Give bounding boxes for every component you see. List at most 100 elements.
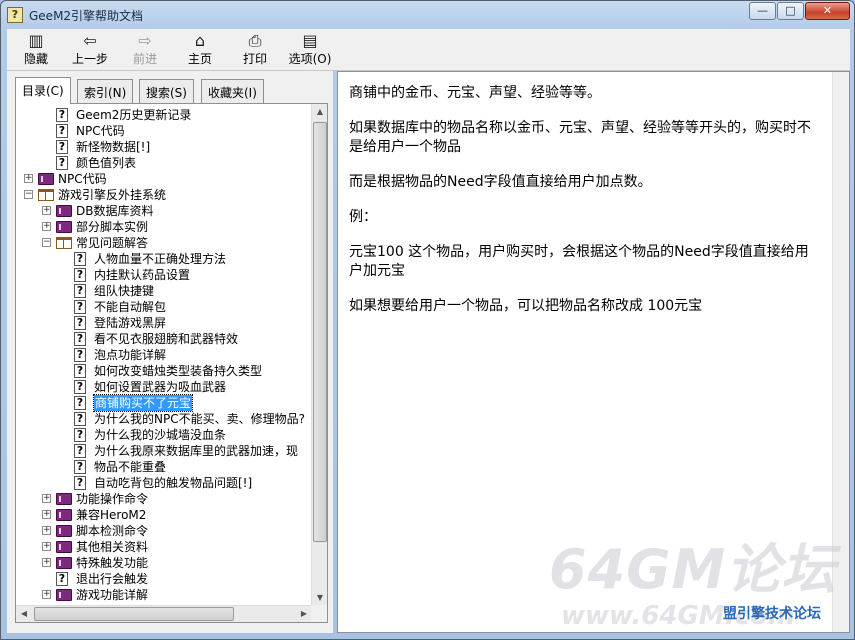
- tree-item-label: 部分脚本实例: [76, 220, 149, 234]
- scroll-up-icon[interactable]: ▲: [312, 104, 327, 120]
- tree-item-label: 为什么我的NPC不能买、卖、修理物品?: [94, 412, 305, 426]
- expand-icon[interactable]: +: [42, 590, 51, 599]
- tree-item-label: 游戏引擎反外挂系统: [58, 188, 167, 202]
- tab-contents[interactable]: 目录(C): [15, 77, 71, 104]
- expand-icon[interactable]: +: [42, 206, 51, 215]
- tree-item-label: 特殊触发功能: [76, 556, 149, 570]
- title-bar[interactable]: ? GeeM2引擎帮助文档 — □ ✕: [1, 1, 854, 29]
- closed-book-icon: [56, 509, 72, 521]
- tab-search[interactable]: 搜索(S): [139, 79, 194, 103]
- expand-icon[interactable]: +: [42, 494, 51, 503]
- forward-arrow-icon: ⇨: [138, 31, 152, 50]
- expand-icon[interactable]: +: [42, 558, 51, 567]
- tree-item-label: 新怪物数据[!]: [76, 140, 151, 154]
- topic-text: 商铺中的金币、元宝、声望、经验等等。 如果数据库中的物品名称以金币、元宝、声望、经…: [349, 84, 819, 332]
- minimize-button[interactable]: —: [749, 2, 776, 20]
- hide-button[interactable]: ▥ 隐藏: [11, 31, 61, 69]
- content-paragraph: 元宝100 这个物品，用户购买时，会根据这个物品的Need字段值直接给用户加元宝: [349, 244, 809, 279]
- tree-item-label: 内挂默认药品设置: [94, 268, 191, 282]
- help-page-icon: ?: [56, 572, 68, 586]
- closed-book-icon: [56, 493, 72, 505]
- help-page-icon: ?: [74, 268, 86, 282]
- tree-item-label: 登陆游戏黑屏: [94, 316, 167, 330]
- tree-item-label: NPC代码: [76, 124, 125, 138]
- back-button[interactable]: ⇦ 上一步: [65, 31, 115, 69]
- help-page-icon: ?: [74, 348, 86, 362]
- closed-book-icon: [38, 173, 54, 185]
- help-page-icon: ?: [74, 380, 86, 394]
- scroll-down-icon[interactable]: ▼: [312, 590, 327, 606]
- forward-button[interactable]: ⇨ 前进: [120, 31, 170, 69]
- help-page-icon: ?: [74, 428, 86, 442]
- closed-book-icon: [56, 205, 72, 217]
- help-page-icon: ?: [56, 124, 68, 138]
- help-page-icon: ?: [74, 332, 86, 346]
- contents-tree-box: ? Geem2历史更新记录? NPC代码? 新怪物数据[!]? 颜色值列表 + NPC代码 −…: [15, 103, 328, 623]
- closed-book-icon: [56, 589, 72, 601]
- tree-item-label: 如何改变蜡烛类型装备持久类型: [94, 364, 263, 378]
- tree-item-label: 泡点功能详解: [94, 348, 167, 362]
- collapse-icon[interactable]: −: [24, 190, 33, 199]
- window-controls: — □ ✕: [748, 2, 850, 20]
- navigation-pane: 目录(C) 索引(N) 搜索(S) 收藏夹(I) ? Geem2历史更新记录? NP…: [7, 71, 333, 633]
- options-button[interactable]: ▤ 选项(O): [285, 31, 335, 69]
- home-label: 主页: [187, 52, 212, 66]
- closed-book-icon: [56, 541, 72, 553]
- help-page-icon: ?: [56, 156, 68, 170]
- tree-item-label: 自动吃背包的触发物品问题[!]: [94, 476, 253, 490]
- open-book-icon: [38, 189, 54, 201]
- tree-horizontal-scrollbar[interactable]: ◀ ▶: [16, 605, 312, 622]
- home-button[interactable]: ⌂ 主页: [175, 31, 225, 69]
- help-page-icon: ?: [74, 460, 86, 474]
- expand-icon[interactable]: +: [42, 526, 51, 535]
- hide-icon: ▥: [28, 31, 44, 50]
- options-label: 选项(O): [288, 52, 332, 66]
- tree-item-label: 人物血量不正确处理方法: [94, 252, 227, 266]
- help-page-icon: ?: [74, 300, 86, 314]
- home-icon: ⌂: [194, 31, 206, 50]
- help-page-icon: ?: [74, 396, 86, 410]
- tree-hscroll-thumb[interactable]: [34, 607, 234, 621]
- help-page-icon: ?: [74, 412, 86, 426]
- help-window: ? GeeM2引擎帮助文档 — □ ✕ ▥ 隐藏 ⇦ 上一步 ⇨ 前进 ⌂ 主页…: [0, 0, 855, 640]
- tab-index[interactable]: 索引(N): [77, 79, 134, 103]
- contents-tree: ? Geem2历史更新记录? NPC代码? 新怪物数据[!]? 颜色值列表 + NPC代码 −…: [16, 104, 312, 606]
- tree-item-label: 为什么我原来数据库里的武器加速，现: [94, 444, 299, 458]
- tree-item-label: 常见问题解答: [76, 236, 149, 250]
- scroll-left-icon[interactable]: ◀: [16, 606, 32, 622]
- maximize-button[interactable]: □: [777, 2, 804, 20]
- collapse-icon[interactable]: −: [42, 238, 51, 247]
- print-button[interactable]: ⎙ 打印: [230, 31, 280, 69]
- tree-vertical-scrollbar[interactable]: ▲ ▼: [311, 104, 327, 606]
- help-page-icon: ?: [74, 252, 86, 266]
- hide-label: 隐藏: [23, 52, 48, 66]
- help-page-icon: ?: [56, 108, 68, 122]
- tree-scroll-thumb[interactable]: [313, 122, 327, 542]
- tree-item-label: 脚本检测命令: [76, 524, 149, 538]
- printer-icon: ⎙: [248, 31, 262, 50]
- tree-item-label: 功能操作命令: [76, 492, 149, 506]
- close-button[interactable]: ✕: [805, 2, 850, 20]
- scroll-corner: [311, 605, 327, 622]
- expand-icon[interactable]: +: [42, 510, 51, 519]
- closed-book-icon: [56, 557, 72, 569]
- scroll-right-icon[interactable]: ▶: [296, 606, 312, 622]
- tab-favorites[interactable]: 收藏夹(I): [201, 79, 264, 103]
- content-paragraph: 例：: [349, 209, 377, 225]
- tree-item-label: NPC代码: [58, 172, 107, 186]
- expand-icon[interactable]: +: [42, 222, 51, 231]
- help-page-icon: ?: [74, 476, 86, 490]
- back-label: 上一步: [71, 52, 108, 66]
- help-page-icon: ?: [74, 364, 86, 378]
- expand-icon[interactable]: +: [42, 542, 51, 551]
- options-icon: ▤: [302, 31, 318, 50]
- tree-item-label: 商铺购买不了元宝: [92, 394, 194, 412]
- expand-icon[interactable]: +: [24, 174, 33, 183]
- help-page-icon: ?: [74, 316, 86, 330]
- tree-item-label: 不能自动解包: [94, 300, 167, 314]
- tree-item-label: 颜色值列表: [76, 156, 137, 170]
- closed-book-icon: [56, 525, 72, 537]
- back-arrow-icon: ⇦: [83, 31, 97, 50]
- open-book-icon: [56, 237, 72, 249]
- help-page-icon: ?: [56, 140, 68, 154]
